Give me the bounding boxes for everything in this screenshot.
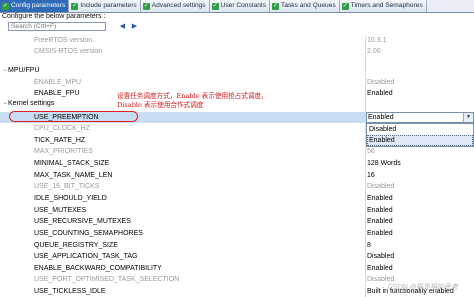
tab-label: User Constants <box>220 2 267 9</box>
chevron-down-icon[interactable]: ▼ <box>463 113 473 122</box>
param-value: Disabled <box>367 253 395 261</box>
param-name: MINIMAL_STACK_SIZE <box>34 159 110 167</box>
param-value: Enabled <box>367 229 393 237</box>
param-name: USE_16_BIT_TICKS <box>34 183 100 191</box>
param-value: Enabled <box>367 194 393 202</box>
param-name: USE_COUNTING_SEMAPHORES <box>34 229 143 237</box>
tab-user-constants[interactable]: ✓ User Constants <box>209 0 271 12</box>
param-name: QUEUE_REGISTRY_SIZE <box>34 241 118 249</box>
param-row-idle-should-yield[interactable]: IDLE_SHOULD_YIELD Enabled <box>0 193 474 204</box>
section-mpu-fpu[interactable]: −MPU/FPU <box>2 66 40 76</box>
use-preemption-select[interactable]: Enabled ▼ <box>366 112 474 123</box>
param-value: 16 <box>367 171 375 179</box>
param-value: 2.00 <box>367 48 381 55</box>
tab-include-parameters[interactable]: ✓ Include parameters <box>69 0 141 12</box>
param-name: USE_PORT_OPTIMISED_TASK_SELECTION <box>34 276 180 284</box>
param-name: MAX_TASK_NAME_LEN <box>34 171 113 179</box>
param-name: CMSIS-RTOS version <box>34 48 103 55</box>
param-value: 56 <box>367 148 375 156</box>
param-row-use-application-task-tag[interactable]: USE_APPLICATION_TASK_TAG Disabled <box>0 251 474 262</box>
param-row-max-priorities[interactable]: MAX_PRIORITIES 56 <box>0 146 474 157</box>
annotation-line: 设置任务调度方式，Enable 表示使用抢占式调度， <box>117 92 268 100</box>
dropdown-menu: Disabled Enabled <box>366 123 474 147</box>
tab-tasks-and-queues[interactable]: ✓ Tasks and Queues <box>270 0 340 12</box>
param-row-use-16-bit-ticks[interactable]: USE_16_BIT_TICKS Disabled <box>0 181 474 192</box>
param-name: IDLE_SHOULD_YIELD <box>34 194 107 202</box>
param-row-use-counting-semaphores[interactable]: USE_COUNTING_SEMAPHORES Enabled <box>0 228 474 239</box>
check-icon: ✓ <box>272 2 280 10</box>
param-value: 8 <box>367 241 371 249</box>
param-row-enable-mpu[interactable]: ENABLE_MPU Disabled <box>0 77 474 88</box>
tab-timers-and-semaphores[interactable]: ✓ Timers and Semaphores <box>339 0 427 12</box>
param-name: USE_TICKLESS_IDLE <box>34 288 106 296</box>
param-value: Disabled <box>367 183 395 191</box>
param-value: 128 Words <box>367 159 401 167</box>
search-navigation: ◀ ▶ <box>118 22 139 31</box>
param-name: USE_MUTEXES <box>34 206 87 214</box>
highlight-marker <box>9 111 138 122</box>
param-row-minimal-stack-size[interactable]: MINIMAL_STACK_SIZE 128 Words <box>0 158 474 169</box>
search-input[interactable] <box>8 22 106 31</box>
dropdown-option-enabled[interactable]: Enabled <box>367 135 473 146</box>
check-icon: ✓ <box>71 2 79 10</box>
previous-arrow-icon[interactable]: ◀ <box>118 22 127 31</box>
param-row-max-task-name-len[interactable]: MAX_TASK_NAME_LEN 16 <box>0 170 474 181</box>
tab-label: Advanced settings <box>151 2 206 9</box>
check-icon: ✓ <box>142 2 150 10</box>
param-name: ENABLE_MPU <box>34 79 82 86</box>
param-row-use-recursive-mutexes[interactable]: USE_RECURSIVE_MUTEXES Enabled <box>0 216 474 227</box>
param-row-enable-backward-compatibility[interactable]: ENABLE_BACKWARD_COMPATIBILITY Enabled <box>0 263 474 274</box>
tab-label: Tasks and Queues <box>281 2 336 9</box>
check-icon: ✓ <box>2 2 9 10</box>
tab-bar: ✓ Config parameters ✓ Include parameters ✓ Ad… <box>0 0 474 13</box>
section-title: MPU/FPU <box>8 67 40 74</box>
next-arrow-icon[interactable]: ▶ <box>130 22 139 31</box>
param-value: 10.3.1 <box>367 37 387 44</box>
param-value: Enabled <box>367 90 393 97</box>
check-icon: ✓ <box>341 2 349 10</box>
section-title: Kernel settings <box>8 100 55 107</box>
param-name: USE_RECURSIVE_MUTEXES <box>34 218 131 226</box>
page-subtitle: Configure the below parameters : <box>2 13 106 20</box>
param-value: Enabled <box>367 264 393 272</box>
param-value: Enabled <box>367 206 393 214</box>
param-name: CPU_CLOCK_HZ <box>34 125 91 132</box>
annotation-line: Disable 表示使用合作式调度 <box>117 101 204 109</box>
annotation-note: 设置任务调度方式，Enable 表示使用抢占式调度， Disable 表示使用合… <box>117 92 268 110</box>
param-row-use-mutexes[interactable]: USE_MUTEXES Enabled <box>0 205 474 216</box>
param-row-freertos-version[interactable]: FreeRTOS version 10.3.1 <box>0 35 474 46</box>
tab-label: Timers and Semaphores <box>350 2 423 9</box>
dropdown-option-disabled[interactable]: Disabled <box>367 124 473 135</box>
param-name: ENABLE_BACKWARD_COMPATIBILITY <box>34 264 162 272</box>
tab-config-parameters[interactable]: ✓ Config parameters <box>0 0 70 12</box>
param-value: Enabled <box>367 218 393 226</box>
tab-label: Config parameters <box>11 2 66 9</box>
tab-advanced-settings[interactable]: ✓ Advanced settings <box>140 0 210 12</box>
param-row-queue-registry-size[interactable]: QUEUE_REGISTRY_SIZE 8 <box>0 240 474 251</box>
param-value: Disabled <box>367 79 395 86</box>
select-value: Enabled <box>368 114 394 121</box>
tab-label: Include parameters <box>80 2 137 9</box>
param-row-cmsis-rtos-version[interactable]: CMSIS-RTOS version 2.00 <box>0 46 474 57</box>
check-icon: ✓ <box>211 2 219 10</box>
param-name: TICK_RATE_HZ <box>34 136 86 144</box>
param-name: ENABLE_FPU <box>34 90 80 97</box>
param-name: FreeRTOS version <box>34 37 93 44</box>
param-name: MAX_PRIORITIES <box>34 148 93 156</box>
param-name: USE_APPLICATION_TASK_TAG <box>34 253 138 261</box>
section-kernel-settings[interactable]: −Kernel settings <box>2 99 54 109</box>
watermark: CSDN @猫是猫的思考 <box>388 284 459 291</box>
